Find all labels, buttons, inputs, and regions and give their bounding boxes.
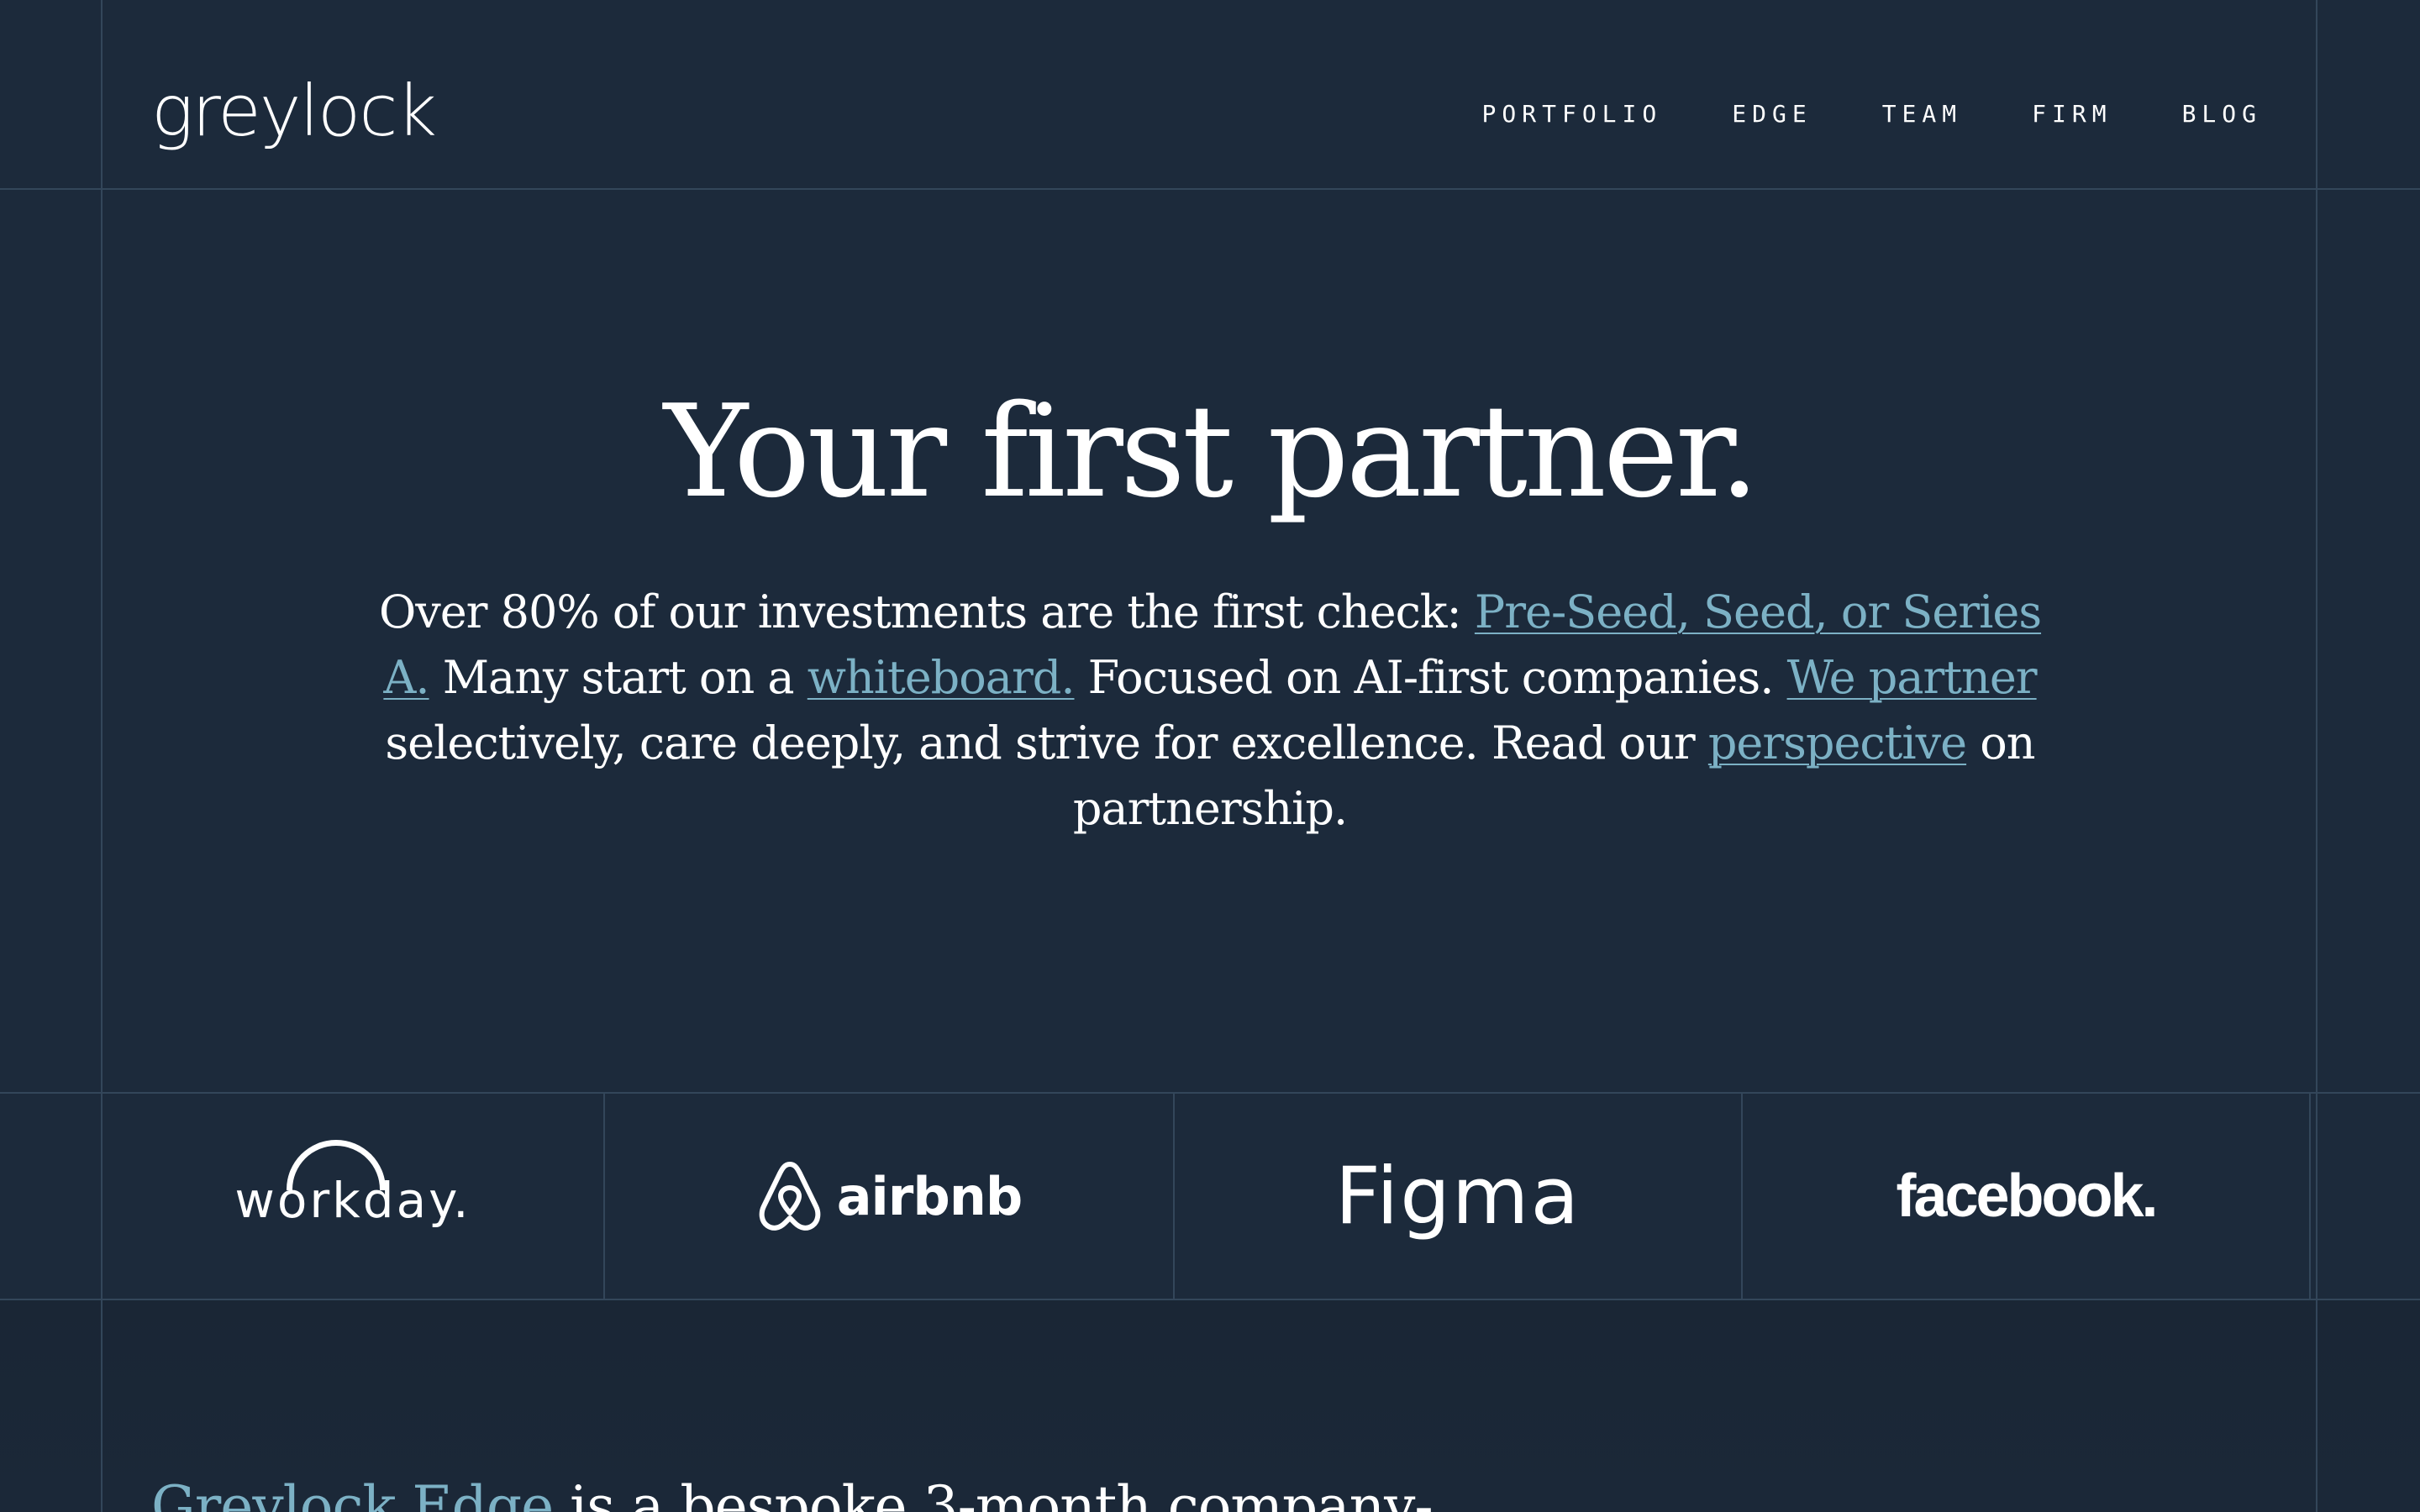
perspective-link[interactable]: perspective <box>1708 717 1967 769</box>
greylock-edge-link[interactable]: Greylock Edge <box>151 1474 554 1512</box>
portfolio-logo-facebook[interactable]: facebook. <box>1743 1094 2309 1299</box>
edge-intro: Greylock Edge is a bespoke 3-month compa… <box>151 1465 1434 1512</box>
edge-intro-text: is a bespoke 3-month company- <box>553 1474 1434 1512</box>
grid-line-right <box>2316 0 2317 1512</box>
airbnb-wordmark: airbnb <box>836 1165 1023 1227</box>
facebook-wordmark: facebook. <box>1896 1163 2158 1230</box>
main-nav: PORTFOLIO EDGE TEAM FIRM BLOG <box>1482 97 2262 131</box>
workday-arc-icon <box>287 1140 387 1190</box>
hero-text-3: Focused on AI-first companies. <box>1074 651 1787 704</box>
whiteboard-link[interactable]: whiteboard. <box>808 651 1076 704</box>
hero-text-1: Over 80% of our investments are the firs… <box>378 585 1475 638</box>
nav-firm[interactable]: FIRM <box>2032 97 2112 131</box>
nav-team[interactable]: TEAM <box>1882 97 1962 131</box>
portfolio-logo-workday[interactable]: workday. <box>103 1094 603 1299</box>
greylock-logo[interactable]: greylock <box>151 69 437 153</box>
hero-description: Over 80% of our investments are the firs… <box>370 580 2050 842</box>
logo-cell-divider-4 <box>2309 1094 2311 1299</box>
hero-title: Your first partner. <box>663 377 1760 526</box>
grid-line-right-lower <box>2316 1300 2317 1512</box>
grid-line-left-lower <box>101 1300 103 1512</box>
nav-blog[interactable]: BLOG <box>2182 97 2262 131</box>
portfolio-logo-figma[interactable]: Figma <box>1175 1094 1741 1299</box>
portfolio-logo-airbnb[interactable]: airbnb <box>605 1094 1173 1299</box>
airbnb-logo: airbnb <box>756 1159 1023 1233</box>
hero-text-2: Many start on a <box>429 651 808 704</box>
airbnb-belo-icon <box>759 1162 821 1231</box>
header-divider <box>0 188 2420 190</box>
figma-wordmark: Figma <box>1334 1150 1581 1242</box>
we-partner-link[interactable]: We partner <box>1787 651 2038 704</box>
nav-edge[interactable]: EDGE <box>1732 97 1812 131</box>
workday-logo: workday. <box>234 1140 471 1229</box>
nav-portfolio[interactable]: PORTFOLIO <box>1482 97 1663 131</box>
hero-text-4: selectively, care deeply, and strive for… <box>385 717 1708 769</box>
